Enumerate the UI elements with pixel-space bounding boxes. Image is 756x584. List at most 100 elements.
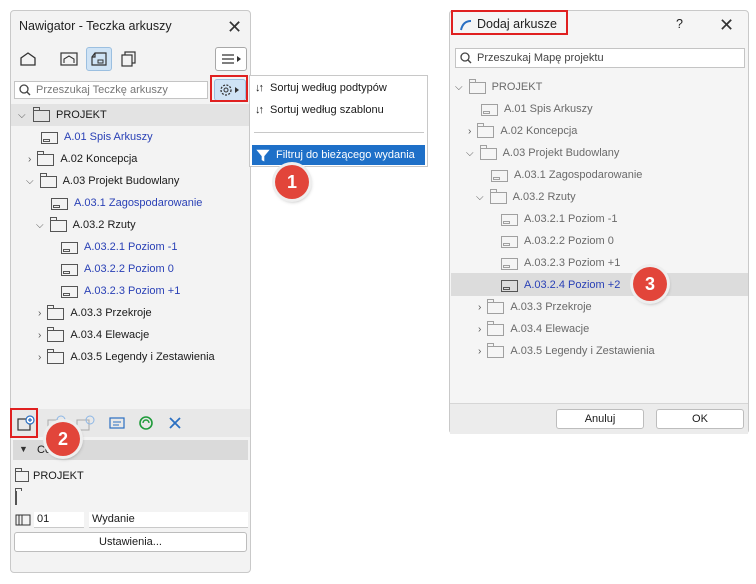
tree-item[interactable]: A.03.2.3 Poziom +1 xyxy=(61,280,180,302)
chevron-down-icon[interactable]: ⌵ xyxy=(26,176,34,187)
chevron-right-icon[interactable]: › xyxy=(38,308,41,319)
tree-item[interactable]: › A.03.4 Elewacje xyxy=(38,324,149,346)
chevron-right-icon[interactable]: › xyxy=(478,346,481,357)
tree-item-label: A.03.2.4 Poziom +2 xyxy=(524,278,621,291)
tree-item[interactable]: ⌵ A.03.2 Rzuty xyxy=(36,214,136,236)
tree-item-selected[interactable]: A.03.2.4 Poziom +2 xyxy=(451,273,748,296)
tree-item[interactable]: A.03.1 Zagospodarowanie xyxy=(491,164,642,186)
tree-item[interactable]: › A.03.3 Przekroje xyxy=(38,302,152,324)
navigator-search[interactable]: Przeszukaj Teczkę arkuszy xyxy=(14,81,208,99)
dialog-search-placeholder: Przeszukaj Mapę projektu xyxy=(477,52,604,64)
folder-icon xyxy=(39,173,57,188)
tree-root-label: PROJEKT xyxy=(491,81,543,93)
refresh-button[interactable] xyxy=(133,411,159,435)
tree-item[interactable]: A.03.2.2 Poziom 0 xyxy=(61,258,174,280)
menu-item-sort-subtype[interactable]: ↓↑ Sortuj według podtypów xyxy=(255,78,387,98)
sheet-icon xyxy=(61,242,78,254)
tree-item-label: A.03.4 Elewacje xyxy=(510,323,590,335)
tree-item[interactable]: A.01 Spis Arkuszy xyxy=(41,126,153,148)
tree-item[interactable]: A.03.2.1 Poziom -1 xyxy=(501,208,618,230)
collapse-triangle-icon[interactable]: ▼ xyxy=(19,444,28,454)
step-badge-2: 2 xyxy=(46,422,80,456)
menu-divider xyxy=(254,132,424,133)
tree-item[interactable]: › A.03.4 Elewacje xyxy=(478,318,589,340)
chevron-right-icon[interactable]: › xyxy=(468,126,471,137)
panel-menu-button[interactable] xyxy=(215,47,247,71)
highlight-sort-button xyxy=(210,75,248,102)
tree-item-label: A.03.2 Rzuty xyxy=(512,191,576,203)
menu-item-label: Sortuj według szablonu xyxy=(270,104,384,116)
tree-item[interactable]: ⌵ A.03 Projekt Budowlany xyxy=(26,170,179,192)
tree-item[interactable]: A.03.2.3 Poziom +1 xyxy=(501,252,620,274)
tree-item[interactable]: ⌵ A.03 Projekt Budowlany xyxy=(466,142,619,164)
tree-item[interactable]: A.03.1 Zagospodarowanie xyxy=(51,192,202,214)
dialog-close-button[interactable]: ✕ xyxy=(719,16,734,34)
tree-item[interactable]: › A.03.5 Legendy i Zestawienia xyxy=(38,346,215,368)
sheet-icon xyxy=(61,264,78,276)
dialog-search[interactable]: Przeszukaj Mapę projektu xyxy=(455,48,745,68)
tree-item[interactable]: › A.02 Koncepcja xyxy=(28,148,137,170)
tree-item[interactable]: A.01 Spis Arkuszy xyxy=(481,98,593,120)
tree-item[interactable]: › A.03.5 Legendy i Zestawienia xyxy=(478,340,655,362)
tree-item[interactable]: ⌵ A.03.2 Rzuty xyxy=(476,186,576,208)
chevron-right-icon[interactable]: › xyxy=(28,154,31,165)
folder-icon xyxy=(47,327,65,342)
help-button[interactable]: ? xyxy=(676,17,683,31)
sheet-icon xyxy=(51,198,68,210)
search-icon xyxy=(19,84,31,96)
settings-button[interactable]: Ustawienia... xyxy=(14,532,247,552)
chevron-down-icon[interactable]: ⌵ xyxy=(18,110,26,121)
tree-item-label: A.01 Spis Arkuszy xyxy=(504,103,593,115)
issue-number-field[interactable]: 01 xyxy=(34,512,84,528)
tree-item[interactable]: › A.03.3 Przekroje xyxy=(478,296,592,318)
view-map-tab[interactable] xyxy=(56,47,82,71)
menu-item-filter-issue[interactable]: Filtruj do bieżącego wydania xyxy=(252,145,425,165)
layout-book-icon xyxy=(33,107,50,122)
publisher-sets-tab[interactable] xyxy=(116,47,142,71)
menu-item-label: Filtruj do bieżącego wydania xyxy=(276,149,415,161)
folder-icon xyxy=(479,145,497,160)
properties-button[interactable] xyxy=(104,411,130,435)
tree-root-row[interactable]: ⌵ PROJEKT xyxy=(11,104,250,126)
tree-item-label: A.03.1 Zagospodarowanie xyxy=(514,169,643,181)
chevron-right-icon[interactable]: › xyxy=(478,302,481,313)
project-map-tab[interactable] xyxy=(15,47,41,71)
chevron-down-icon[interactable]: ⌵ xyxy=(455,82,463,93)
sheet-icon xyxy=(501,214,518,226)
properties-icon xyxy=(109,417,125,429)
tree-item[interactable]: › A.02 Koncepcja xyxy=(468,120,577,142)
chevron-right-icon[interactable]: › xyxy=(38,352,41,363)
sheet-icon xyxy=(41,132,58,144)
delete-icon xyxy=(169,417,181,429)
tree-item[interactable]: A.03.2.1 Poziom -1 xyxy=(61,236,178,258)
folder-icon xyxy=(487,299,505,314)
tree-item-label: A.03.2.3 Poziom +1 xyxy=(84,285,181,297)
highlight-dialog-title xyxy=(451,10,568,35)
folder-icon xyxy=(49,217,67,232)
chevron-down-icon[interactable]: ⌵ xyxy=(36,220,44,231)
navigator-title: Nawigator - Teczka arkuszy xyxy=(19,19,172,33)
folder-icon xyxy=(37,151,55,166)
delete-button[interactable] xyxy=(162,411,188,435)
tree-item-label: A.03.1 Zagospodarowanie xyxy=(74,197,203,209)
step-badge-3: 3 xyxy=(633,267,667,301)
tree-item[interactable]: A.03.2.2 Poziom 0 xyxy=(501,230,614,252)
folder-icon xyxy=(477,123,495,138)
tree-item-label: A.03.2.2 Poziom 0 xyxy=(524,235,614,247)
chevron-right-icon[interactable]: › xyxy=(478,324,481,335)
sheet-icon xyxy=(61,286,78,298)
sort-icon: ↓↑ xyxy=(255,104,264,116)
issue-icon xyxy=(15,514,31,526)
issue-row: 01 Wydanie xyxy=(15,511,248,529)
cancel-button[interactable]: Anuluj xyxy=(556,409,644,429)
navigator-close-button[interactable]: ✕ xyxy=(227,18,242,36)
chevron-down-icon[interactable]: ⌵ xyxy=(476,192,484,203)
menu-item-sort-template[interactable]: ↓↑ Sortuj według szablonu xyxy=(255,100,384,120)
chevron-right-icon[interactable]: › xyxy=(38,330,41,341)
chevron-down-icon[interactable]: ⌵ xyxy=(466,148,474,159)
tree-root-row[interactable]: ⌵ PROJEKT xyxy=(455,76,542,98)
issue-name-field[interactable]: Wydanie xyxy=(89,512,248,528)
refresh-icon xyxy=(139,416,153,430)
ok-button[interactable]: OK xyxy=(656,409,744,429)
layout-book-tab[interactable] xyxy=(86,47,112,71)
